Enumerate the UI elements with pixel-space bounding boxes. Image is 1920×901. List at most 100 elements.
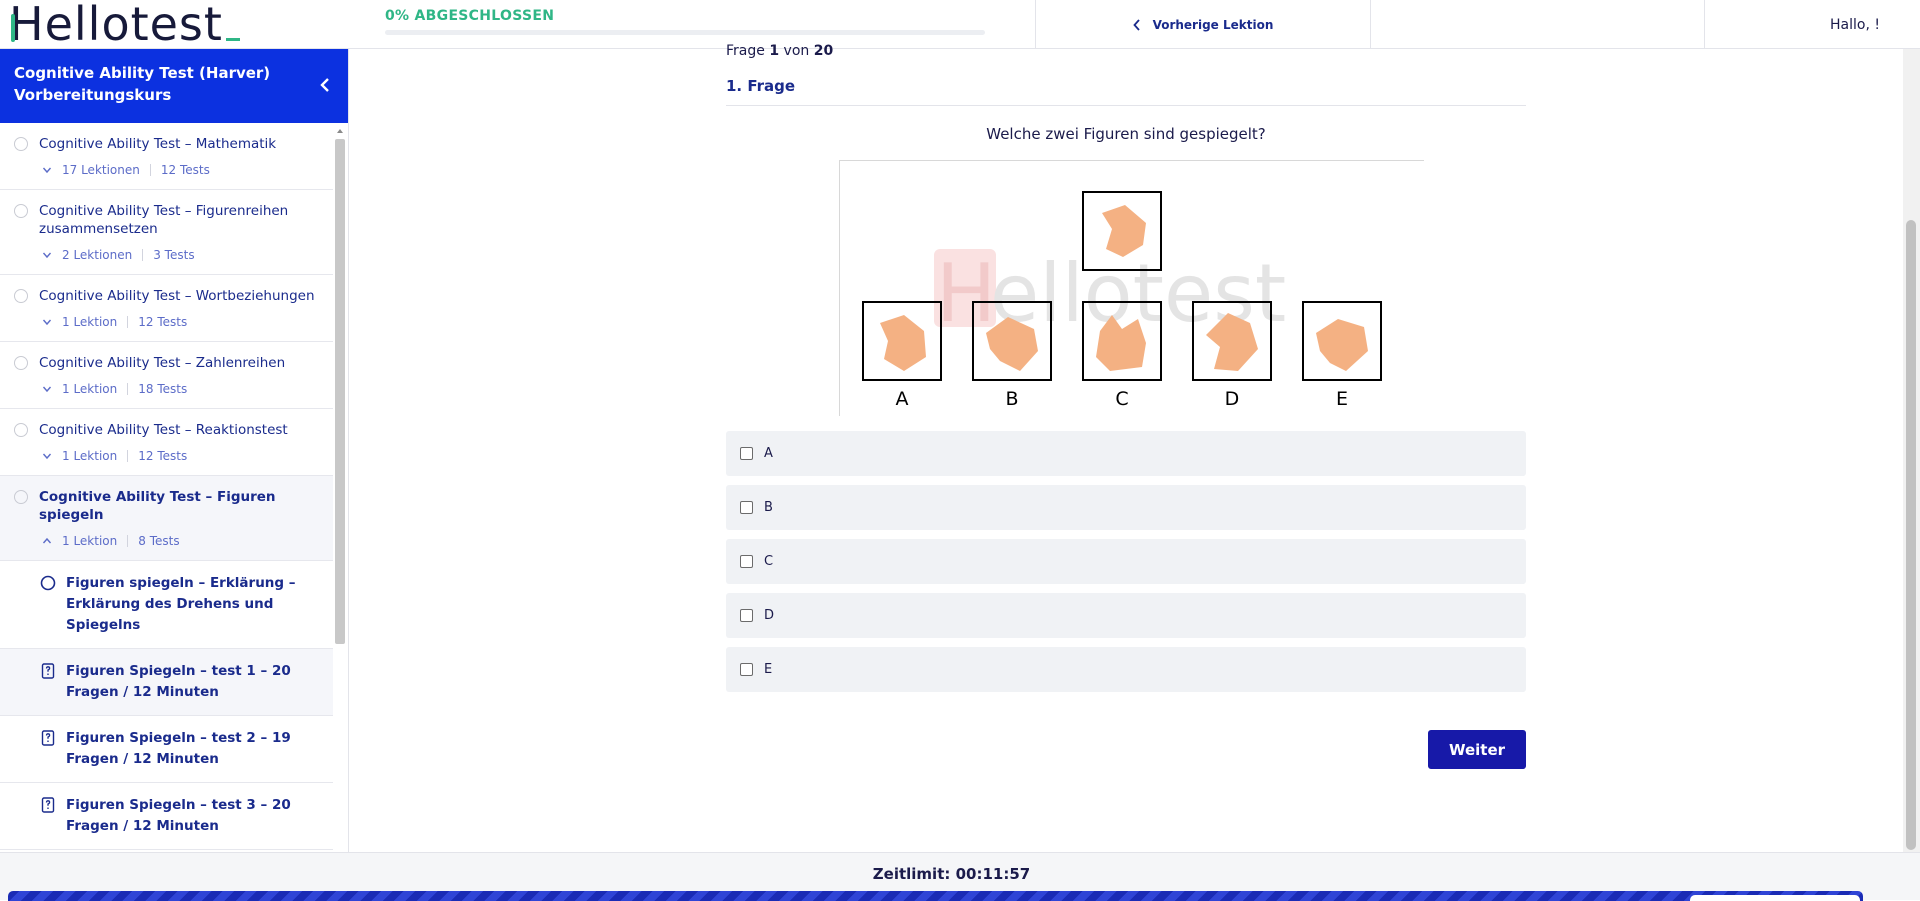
lesson-title: Figuren Spiegeln – test 3 – 20 Fragen / …	[66, 797, 291, 834]
section-meta[interactable]: 1 Lektion 18 Tests	[0, 372, 333, 408]
lesson-count: 17 Lektionen	[62, 163, 140, 177]
figure-label-e: E	[1336, 388, 1348, 410]
answer-option-a[interactable]: A	[726, 431, 1526, 476]
figure-drawing: H ellotest A B C D E	[862, 191, 1382, 410]
scroll-up-arrow-icon[interactable]	[335, 126, 345, 136]
sidebar-scrollbar[interactable]	[335, 139, 345, 644]
answer-checkbox[interactable]	[740, 501, 753, 514]
logo-text: Hellotest	[9, 0, 223, 51]
counter-total: 20	[813, 43, 834, 59]
answer-option-b[interactable]: B	[726, 485, 1526, 530]
test-count: 12 Tests	[138, 315, 188, 329]
answer-label: D	[764, 608, 775, 623]
lesson-item[interactable]: Figuren spiegeln – Erklärung – Erklärung…	[0, 561, 333, 649]
section-meta[interactable]: 1 Lektion 8 Tests	[0, 524, 333, 560]
question-divider	[726, 105, 1526, 106]
answer-label: C	[764, 554, 774, 569]
section-title: Cognitive Ability Test – Figurenreihen z…	[39, 203, 289, 237]
lesson-count: 2 Lektionen	[62, 248, 133, 262]
question-text: Welche zwei Figuren sind gespiegelt?	[986, 125, 1266, 143]
section-title: Cognitive Ability Test – Mathematik	[39, 136, 277, 152]
user-greeting[interactable]: Hallo, !	[1704, 0, 1920, 49]
chevron-up-icon	[42, 537, 52, 544]
logo-accent-bar	[11, 14, 15, 42]
quiz-icon	[41, 730, 55, 746]
previous-lesson-label: Vorherige Lektion	[1152, 17, 1274, 32]
lesson-title: Figuren Spiegeln – test 2 – 19 Fragen / …	[66, 730, 291, 767]
answer-option-d[interactable]: D	[726, 593, 1526, 638]
lesson-count: 1 Lektion	[62, 449, 118, 463]
lesson-title: Figuren Spiegeln – test 1 – 20 Fragen / …	[66, 663, 291, 700]
next-button[interactable]: Weiter	[1428, 730, 1526, 769]
figure-label-a: A	[896, 388, 909, 410]
test-count: 12 Tests	[138, 449, 188, 463]
counter-mid: von	[783, 43, 810, 59]
section-meta[interactable]: 1 Lektion 12 Tests	[0, 305, 333, 341]
answer-option-e[interactable]: E	[726, 647, 1526, 692]
circle-icon	[40, 575, 56, 591]
lesson-item-active[interactable]: Figuren Spiegeln – test 1 – 20 Fragen / …	[0, 649, 333, 716]
test-count: 8 Tests	[138, 534, 180, 548]
section-title: Cognitive Ability Test – Wortbeziehungen	[39, 288, 315, 304]
question-area: Frage 1 von 20 1. Frage Welche zwei Figu…	[349, 43, 1920, 852]
section-title: Cognitive Ability Test – Reaktionstest	[39, 422, 288, 438]
meta-divider	[149, 164, 151, 176]
option-shape-a	[880, 315, 926, 371]
section-item[interactable]: Cognitive Ability Test – Reaktionstest 1…	[0, 409, 333, 476]
hellotest-logo[interactable]: Hellotest	[9, 0, 240, 47]
timer-bar-handle	[1690, 895, 1860, 901]
section-item-active[interactable]: Cognitive Ability Test – Figuren spiegel…	[0, 476, 333, 561]
course-title: Cognitive Ability Test (Harver) Vorberei…	[14, 64, 271, 104]
lesson-title: Figuren spiegeln – Erklärung – Erklärung…	[66, 575, 296, 633]
answer-label: B	[764, 500, 773, 515]
section-title: Cognitive Ability Test – Zahlenreihen	[39, 355, 286, 371]
section-meta[interactable]: 1 Lektion 12 Tests	[0, 439, 333, 475]
progress-track	[385, 30, 985, 35]
answer-checkbox[interactable]	[740, 609, 753, 622]
section-item[interactable]: Cognitive Ability Test – Zahlenreihen 1 …	[0, 342, 333, 409]
chevron-down-icon	[42, 252, 52, 259]
top-bar: Hellotest 0% ABGESCHLOSSEN Vorherige Lek…	[0, 0, 1920, 49]
logo-underscore	[225, 38, 240, 41]
figure-label-c: C	[1115, 388, 1128, 410]
question-figure: H ellotest A B C D E	[839, 160, 1424, 416]
lesson-count: 1 Lektion	[62, 382, 118, 396]
question-counter: Frage 1 von 20	[726, 43, 833, 59]
meta-divider	[127, 450, 129, 462]
lesson-item[interactable]: Figuren Spiegeln – test 3 – 20 Fragen / …	[0, 783, 333, 850]
answer-option-c[interactable]: C	[726, 539, 1526, 584]
timer-footer: Zeitlimit: 00:11:57	[0, 852, 1920, 901]
chevron-down-icon	[42, 453, 52, 460]
answer-options: A B C D E	[726, 431, 1526, 701]
progress-circle-icon	[14, 137, 28, 151]
section-meta[interactable]: 17 Lektionen 12 Tests	[0, 153, 333, 189]
lesson-item[interactable]: Figuren Spiegeln – test 2 – 19 Fragen / …	[0, 716, 333, 783]
progress-circle-icon	[14, 204, 28, 218]
section-item[interactable]: Cognitive Ability Test – Wortbeziehungen…	[0, 275, 333, 342]
answer-checkbox[interactable]	[740, 663, 753, 676]
course-sidebar: Cognitive Ability Test (Harver) Vorberei…	[0, 49, 349, 852]
section-title: Cognitive Ability Test – Figuren spiegel…	[39, 489, 276, 523]
progress-circle-icon	[14, 356, 28, 370]
lesson-count: 1 Lektion	[62, 315, 118, 329]
test-count: 18 Tests	[138, 382, 188, 396]
collapse-sidebar-icon[interactable]	[315, 75, 335, 95]
quiz-icon	[41, 663, 55, 679]
question-label: 1. Frage	[726, 77, 796, 95]
watermark-letter: H	[936, 247, 996, 340]
course-progress: 0% ABGESCHLOSSEN	[385, 8, 985, 35]
section-item[interactable]: Cognitive Ability Test – Mathematik 17 L…	[0, 123, 333, 190]
section-meta[interactable]: 2 Lektionen 3 Tests	[0, 238, 333, 274]
chevron-left-icon	[1132, 18, 1140, 31]
course-header: Cognitive Ability Test (Harver) Vorberei…	[0, 49, 348, 123]
answer-checkbox[interactable]	[740, 447, 753, 460]
meta-divider	[127, 316, 129, 328]
page-scrollbar-thumb[interactable]	[1906, 220, 1916, 850]
meta-divider	[127, 383, 129, 395]
progress-circle-icon	[14, 423, 28, 437]
previous-lesson-button[interactable]: Vorherige Lektion	[1035, 0, 1370, 49]
progress-label: 0% ABGESCHLOSSEN	[385, 8, 555, 24]
meta-divider	[142, 249, 144, 261]
answer-checkbox[interactable]	[740, 555, 753, 568]
section-item[interactable]: Cognitive Ability Test – Figurenreihen z…	[0, 190, 333, 275]
